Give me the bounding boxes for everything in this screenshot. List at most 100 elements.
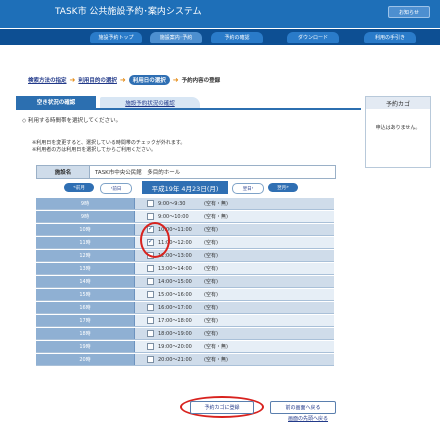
next-day-label: 翌日	[242, 186, 252, 192]
date-navigation: «前月 ‹ 前日 平成19年 4月23日(月) 翌日 › 翌月»	[36, 181, 334, 195]
slot-time: 9:00〜10:00	[158, 214, 189, 220]
nav-tab-top[interactable]: 施設予約トップ	[90, 32, 142, 43]
slot-status: (空有・無)	[204, 201, 228, 207]
section-heading: ◇ 利用する時間帯を選択してください。	[22, 116, 121, 124]
next-month-label: 翌月	[277, 185, 287, 191]
nav-tab-facility[interactable]: 施設案内･予約	[150, 32, 202, 43]
notice-button[interactable]: お知らせ	[388, 6, 430, 18]
slot-status: (空有)	[204, 266, 218, 272]
slot-room: 9時	[36, 198, 135, 209]
slot-room: 16時	[36, 302, 135, 313]
slot-time: 18:00〜19:00	[158, 331, 192, 337]
slot-checkbox[interactable]	[147, 213, 154, 220]
instruction-line: ※利用者の方は利用日を選択してからご利用ください。	[32, 147, 157, 153]
add-to-cart-button[interactable]: 予約カゴに登録	[190, 401, 254, 414]
slot-checkbox[interactable]	[147, 278, 154, 285]
prev-day-button[interactable]: ‹ 前日	[100, 183, 132, 194]
highlight-oval	[140, 222, 170, 258]
diamond-icon: ◇	[22, 118, 27, 124]
slot-time: 20:00〜21:00	[158, 357, 192, 363]
slot-status: (空有)	[204, 331, 218, 337]
main-nav: 施設予約トップ 施設案内･予約 予約の確認 ダウンロード 利用の手引き	[0, 29, 440, 45]
table-row: 16時 16:00〜17:00 (空有)	[36, 302, 334, 314]
slot-room: 15時	[36, 289, 135, 300]
slot-checkbox[interactable]	[147, 265, 154, 272]
table-row: 9時 9:00〜10:00 (空有・無)	[36, 211, 334, 223]
instruction-line: ※利用日を変更すると、選択している時間帯のチェックが外れます。	[32, 140, 186, 146]
breadcrumb-step-purpose[interactable]: 利用目的の選択	[78, 76, 117, 84]
slot-checkbox[interactable]	[147, 356, 154, 363]
slot-status: (空有)	[204, 227, 218, 233]
breadcrumb: 検索方法の指定 ➜ 利用目的の選択 ➜ 利用日の選択 ➜ 予約内容の登録	[28, 75, 220, 85]
slot-checkbox[interactable]	[147, 291, 154, 298]
table-row: 14時 14:00〜15:00 (空有)	[36, 276, 334, 288]
back-to-top-link[interactable]: 画面の先頭へ戻る	[288, 415, 328, 422]
table-row: 19時 19:00〜20:00 (空有・無)	[36, 341, 334, 353]
slot-room: 20時	[36, 354, 135, 365]
slot-time: 14:00〜15:00	[158, 279, 192, 285]
next-month-button[interactable]: 翌月»	[268, 183, 298, 192]
nav-tab-confirm[interactable]: 予約の確認	[211, 32, 263, 43]
slot-room: 17時	[36, 315, 135, 326]
arrow-right-icon: ➜	[172, 76, 179, 84]
slot-status: (空有)	[204, 253, 218, 259]
prev-day-label: 前日	[112, 186, 122, 192]
slot-room: 18時	[36, 328, 135, 339]
nav-tab-guide[interactable]: 利用の手引き	[364, 32, 416, 43]
app-title: TASK市 公共施設予約･案内システム	[55, 7, 202, 17]
selected-date: 平成19年 4月23日(月)	[142, 181, 228, 194]
tab-reservation-status[interactable]: 施設予約状況の確認	[100, 97, 200, 108]
slot-status: (空有)	[204, 279, 218, 285]
cart-empty-text: 申込はありません。	[375, 125, 421, 131]
next-day-button[interactable]: 翌日 ›	[232, 183, 264, 194]
slot-checkbox[interactable]	[147, 304, 154, 311]
slot-checkbox[interactable]	[147, 200, 154, 207]
slot-room: 11時	[36, 237, 135, 248]
slot-room: 9時	[36, 211, 135, 222]
slot-status: (空有)	[204, 305, 218, 311]
table-row: 11時11:00〜12:00(空有)	[36, 237, 334, 249]
slot-time: 16:00〜17:00	[158, 305, 192, 311]
table-row: 12時 12:00〜13:00 (空有)	[36, 250, 334, 262]
slot-status: (空有)	[204, 292, 218, 298]
slot-room: 19時	[36, 341, 135, 352]
instructions: ※利用日を変更すると、選択している時間帯のチェックが外れます。 ※利用者の方は利…	[32, 140, 185, 154]
table-row: 13時 13:00〜14:00 (空有)	[36, 263, 334, 275]
facility-name: TASK市中央公民館 多目的ホール	[95, 170, 181, 176]
prev-month-label: 前月	[75, 185, 85, 191]
facility-label: 施設名	[37, 166, 90, 178]
slot-status: (空有・無)	[204, 357, 228, 363]
slot-checkbox[interactable]	[147, 330, 154, 337]
tab-availability[interactable]: 空き状況の確認	[16, 96, 96, 108]
slot-checkbox[interactable]	[147, 343, 154, 350]
slot-time: 17:00〜18:00	[158, 318, 192, 324]
table-row: 20時 20:00〜21:00 (空有・無)	[36, 354, 334, 366]
slot-status: (空有)	[204, 318, 218, 324]
slot-checkbox[interactable]	[147, 317, 154, 324]
slot-status: (空有・無)	[204, 344, 228, 350]
view-tabs: 空き状況の確認 施設予約状況の確認	[16, 96, 361, 110]
nav-tab-download[interactable]: ダウンロード	[287, 32, 339, 43]
arrow-right-icon: ➜	[119, 76, 126, 84]
arrow-right-icon: ➜	[69, 76, 76, 84]
facility-row: 施設名 TASK市中央公民館 多目的ホール	[36, 165, 336, 179]
slot-time: 9:00〜9:30	[158, 201, 186, 207]
chevron-right-icon: ›	[251, 186, 254, 191]
table-row: 17時 17:00〜18:00 (空有)	[36, 315, 334, 327]
slot-room: 14時	[36, 276, 135, 287]
slot-status: (空有)	[204, 240, 218, 246]
slot-time: 13:00〜14:00	[158, 266, 192, 272]
table-row: 18時 18:00〜19:00 (空有)	[36, 328, 334, 340]
cart-title: 予約カゴ	[366, 97, 430, 109]
slot-time: 15:00〜16:00	[158, 292, 192, 298]
section-heading-text: 利用する時間帯を選択してください。	[27, 118, 122, 124]
prev-month-button[interactable]: «前月	[64, 183, 94, 192]
table-row: 10時10:00〜11:00(空有)	[36, 224, 334, 236]
slot-room: 10時	[36, 224, 135, 235]
breadcrumb-step-current: 利用日の選択	[128, 75, 170, 85]
back-button[interactable]: 前の画面へ戻る	[270, 401, 336, 414]
chevron-right-icon: »	[286, 185, 289, 190]
breadcrumb-step-search[interactable]: 検索方法の指定	[28, 76, 67, 84]
table-row: 9時 9:00〜9:30 (空有・無)	[36, 198, 334, 210]
slot-status: (空有・無)	[204, 214, 228, 220]
